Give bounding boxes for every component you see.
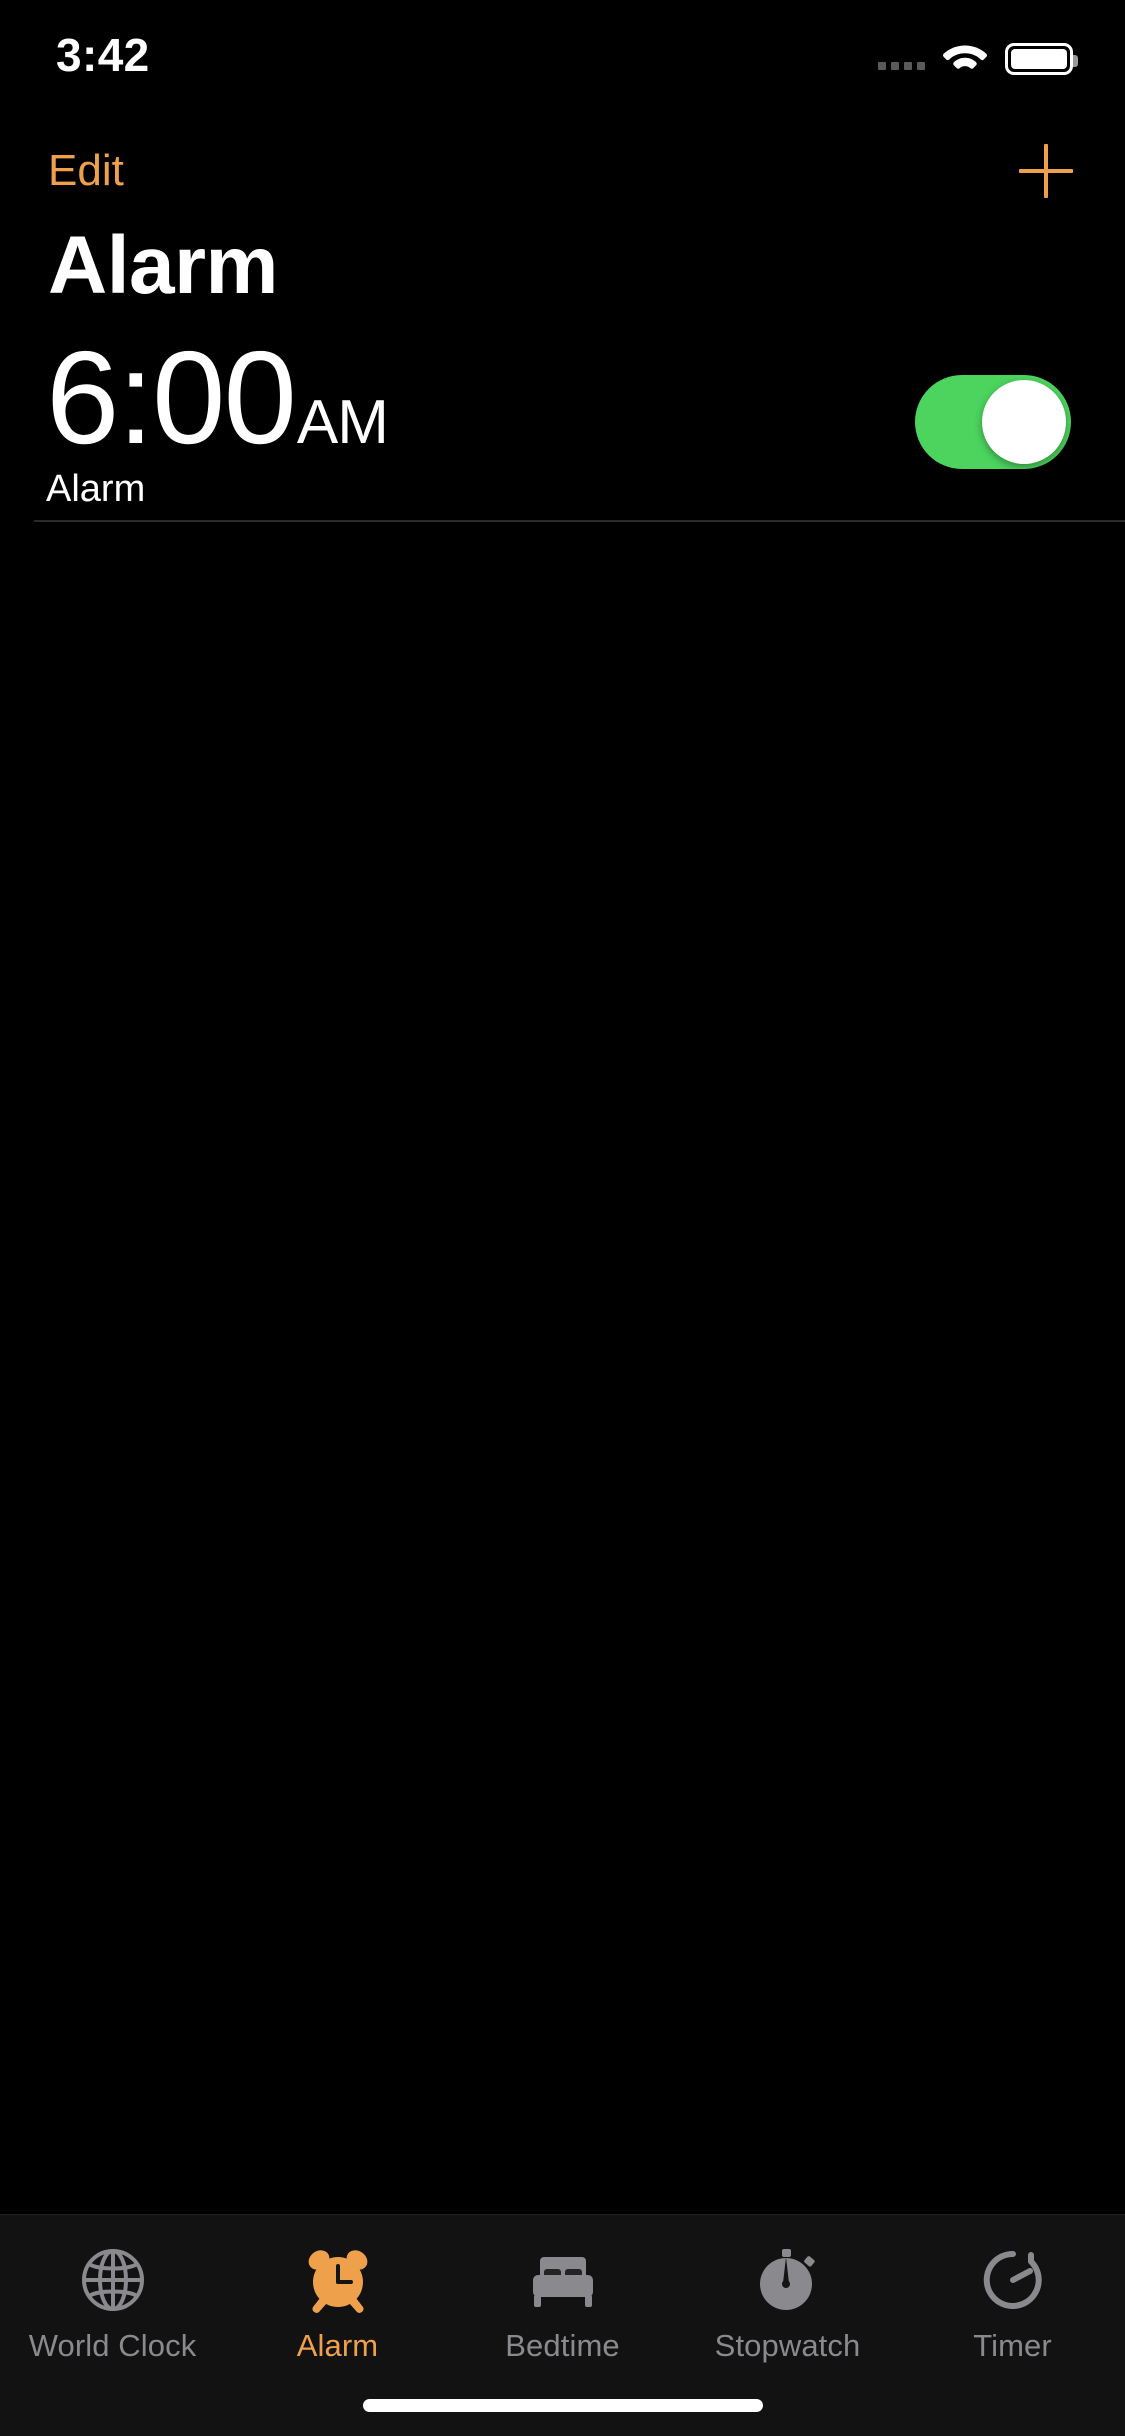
edit-button[interactable]: Edit <box>48 149 124 193</box>
alarm-time-line: 6:00 AM <box>46 339 388 457</box>
alarm-clock-icon <box>299 2241 377 2319</box>
tab-bedtime[interactable]: Bedtime <box>450 2241 675 2363</box>
alarm-time: 6:00 <box>46 339 295 457</box>
navigation-bar: Edit plus-icon <box>0 132 1125 210</box>
clock-app-screen: 3:42 Edit plus-icon Alarm <box>0 0 1125 2436</box>
alarm-toggle-switch[interactable] <box>915 375 1071 469</box>
alarm-list-empty-space <box>0 522 1125 2214</box>
tab-label-world-clock: World Clock <box>29 2329 197 2363</box>
tab-label-bedtime: Bedtime <box>505 2329 619 2363</box>
add-alarm-button[interactable]: plus-icon <box>1019 144 1073 198</box>
battery-full-icon <box>1005 43 1073 75</box>
globe-icon <box>74 2241 152 2319</box>
signal-dots-icon <box>878 48 925 70</box>
status-bar-indicators <box>878 38 1073 79</box>
alarm-meridiem: AM <box>297 392 388 454</box>
alarm-list: 6:00 AM Alarm <box>0 322 1125 2214</box>
alarm-label: Alarm <box>46 469 388 509</box>
tab-alarm[interactable]: Alarm <box>225 2241 450 2363</box>
alarm-toggle-knob <box>982 380 1066 464</box>
timer-icon <box>974 2241 1052 2319</box>
tab-world-clock[interactable]: World Clock <box>0 2241 225 2363</box>
status-bar: 3:42 <box>0 0 1125 132</box>
wifi-icon <box>941 38 989 79</box>
stopwatch-icon <box>749 2241 827 2319</box>
alarm-info: 6:00 AM Alarm <box>46 335 388 509</box>
bed-icon <box>524 2241 602 2319</box>
tab-stopwatch[interactable]: Stopwatch <box>675 2241 900 2363</box>
plus-icon: plus-icon <box>1046 171 1047 172</box>
tab-bar: World Clock Alarm <box>0 2214 1125 2436</box>
alarm-row[interactable]: 6:00 AM Alarm <box>0 322 1125 522</box>
tab-label-alarm: Alarm <box>297 2329 378 2363</box>
tab-timer[interactable]: Timer <box>900 2241 1125 2363</box>
tab-label-stopwatch: Stopwatch <box>715 2329 861 2363</box>
page-title: Alarm <box>0 210 1125 322</box>
status-bar-time: 3:42 <box>56 32 150 78</box>
tab-label-timer: Timer <box>973 2329 1052 2363</box>
